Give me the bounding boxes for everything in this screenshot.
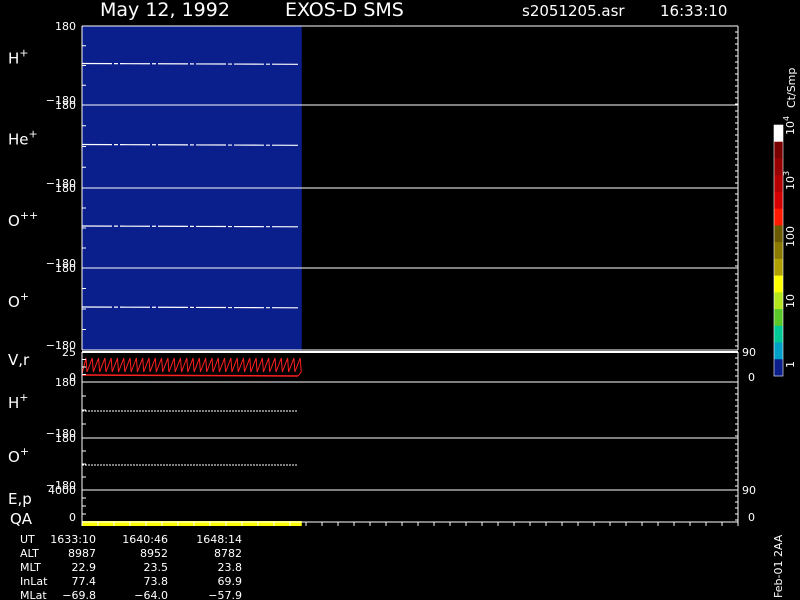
ephemeris-value: 22.9 — [72, 561, 97, 574]
spectrogram-fill — [82, 268, 302, 350]
colorbar-segment — [774, 359, 783, 377]
panel-label-superscript: + — [20, 290, 29, 303]
colorbar-segment — [774, 225, 783, 243]
panel-6: O+180−180 — [8, 432, 739, 492]
panel-4: V,r 250900 — [8, 346, 756, 384]
panel-3: O+180−180 — [8, 262, 739, 352]
ephemeris-value: 8952 — [140, 547, 168, 560]
colorbar-label: 10 — [784, 294, 797, 308]
spectrogram-fill — [82, 26, 302, 105]
ephemeris-value: −69.8 — [62, 589, 96, 600]
y-max-label: 180 — [55, 376, 76, 389]
panel-label: He+ — [8, 128, 38, 149]
panel-label: O++ — [8, 209, 38, 230]
ephemeris-value: 69.9 — [218, 575, 243, 588]
ephemeris-row-label: MLT — [20, 561, 41, 574]
panel-label: E,p — [8, 490, 32, 508]
velocity-baseline — [81, 374, 299, 377]
ephemeris-value: 77.4 — [72, 575, 97, 588]
ephemeris-value: 1640:46 — [122, 533, 168, 546]
header-date: May 12, 1992 — [100, 0, 230, 21]
header-file: s2051205.asr — [522, 2, 625, 20]
colorbar-segment — [774, 141, 783, 159]
ephemeris-value: 23.8 — [218, 561, 243, 574]
colorbar-segment — [774, 191, 783, 210]
panel-label-superscript: + — [19, 391, 28, 404]
colorbar-segment — [774, 175, 783, 193]
panel-label: O+ — [8, 290, 29, 311]
panel-5: H+180−180 — [8, 376, 739, 440]
panel-label: H+ — [8, 47, 29, 68]
panel-sublabel: QA — [10, 510, 33, 528]
ephemeris-row-label: MLat — [20, 589, 47, 600]
colorbar-label-exponent: 3 — [782, 171, 791, 176]
panel-0: H+180−180 — [8, 20, 739, 107]
colorbar-label: 104 — [782, 116, 797, 135]
ephemeris-value: 8987 — [68, 547, 96, 560]
panel-label-superscript: + — [20, 445, 29, 458]
panel-7: E,p QA 4000 0 90 0 — [8, 484, 756, 528]
colorbar-segment — [774, 325, 783, 344]
spectrogram-fill — [82, 105, 302, 188]
colorbar-segment — [774, 242, 783, 260]
ephemeris-value: −57.9 — [208, 589, 242, 600]
ephemeris-value: 73.8 — [144, 575, 169, 588]
y-max-label: 180 — [55, 20, 76, 33]
panel-2: O++180−180 — [8, 182, 739, 270]
colorbar-label: 1 — [784, 361, 797, 368]
colorbar-segment — [774, 258, 783, 277]
colorbar-segment — [774, 342, 783, 360]
panel-label: V,r — [8, 351, 30, 369]
colorbar-segment — [774, 125, 783, 143]
ephemeris-value: 23.5 — [144, 561, 169, 574]
ephemeris-value: 1633:10 — [50, 533, 96, 546]
right-min-label: 0 — [748, 371, 755, 384]
panel-label: O+ — [8, 445, 29, 466]
spectrogram-fill — [82, 188, 302, 268]
y-max-label: 180 — [55, 182, 76, 195]
ephemeris-row-label: UT — [20, 533, 35, 546]
colorbar-label: 103 — [782, 171, 797, 190]
ephemeris-row-label: ALT — [20, 547, 39, 560]
colorbar-segment — [774, 275, 783, 293]
ephemeris-value: 8782 — [214, 547, 242, 560]
sms-plot: May 12, 1992 EXOS-D SMS s2051205.asr 16:… — [8, 0, 798, 600]
colorbar-segment — [774, 208, 783, 226]
velocity-trace — [81, 357, 302, 377]
panels: H+180−180He+180−180O++180−180O+180−180V,… — [8, 20, 756, 528]
ephemeris-value: 1648:14 — [196, 533, 242, 546]
header-instrument: EXOS-D SMS — [285, 0, 404, 21]
panel-label-superscript: ++ — [20, 209, 38, 222]
y-max-label: 180 — [55, 99, 76, 112]
ephemeris-value: −64.0 — [134, 589, 168, 600]
colorbar: Ct/Smp 104 103 100 10 1 — [773, 68, 798, 377]
ephemeris-table: UT 1633:10 1640:46 1648:14 ALT 8987 8952 8782 ML… — [20, 533, 242, 600]
right-max-label: 90 — [742, 346, 756, 359]
colorbar-label-exponent: 4 — [782, 116, 791, 121]
ephemeris-row-label: InLat — [20, 575, 48, 588]
colorbar-label: 100 — [784, 226, 797, 247]
colorbar-segment — [774, 292, 783, 310]
panel-1: He+180−180 — [8, 99, 739, 190]
y-max-label: 25 — [62, 346, 76, 359]
right-max-label: 90 — [742, 484, 756, 497]
y-max-label: 4000 — [48, 484, 76, 497]
y-min-label: 0 — [69, 511, 76, 524]
panel-label-superscript: + — [29, 128, 38, 141]
right-min-label: 0 — [748, 511, 755, 524]
panel-label: H+ — [8, 391, 29, 412]
colorbar-segment — [774, 309, 783, 327]
y-max-label: 180 — [55, 262, 76, 275]
colorbar-unit: Ct/Smp — [785, 68, 798, 108]
header-time: 16:33:10 — [660, 2, 727, 20]
y-max-label: 180 — [55, 432, 76, 445]
side-label: Feb-01 2AA — [772, 534, 785, 598]
panel-label-superscript: + — [19, 47, 28, 60]
